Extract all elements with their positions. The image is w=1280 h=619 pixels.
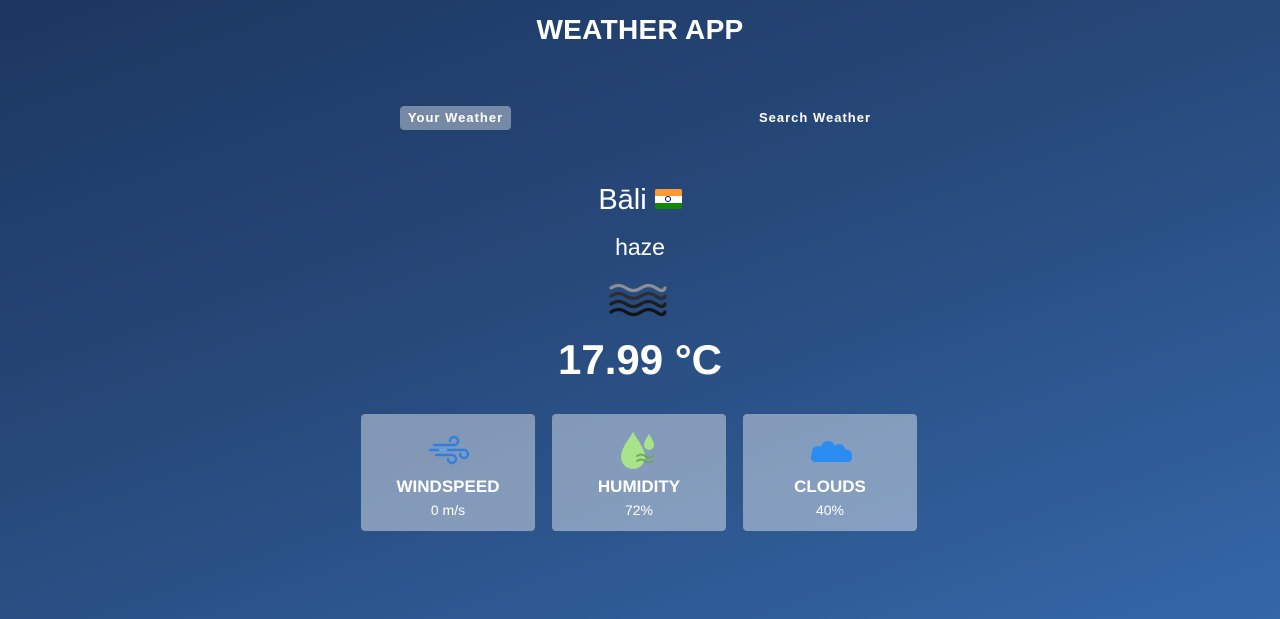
wind-icon: [428, 435, 470, 465]
city-name: Bāli: [598, 184, 647, 216]
windspeed-value: 0 m/s: [430, 502, 466, 518]
haze-icon: [609, 283, 667, 317]
india-flag-icon: [654, 189, 682, 210]
humidity-value: 72%: [624, 502, 654, 518]
temperature: 17.99 °C: [558, 336, 722, 383]
humidity-label: HUMIDITY: [597, 477, 681, 496]
clouds-value: 40%: [815, 502, 845, 518]
app-title: WEATHER APP: [536, 14, 744, 45]
tab-your-weather[interactable]: Your Weather: [400, 106, 511, 130]
weather-description: haze: [615, 234, 665, 260]
tab-search-weather[interactable]: Search Weather: [752, 106, 878, 130]
clouds-label: CLOUDS: [794, 477, 866, 496]
humidity-icon: [621, 432, 654, 469]
windspeed-card: WINDSPEED 0 m/s: [361, 414, 535, 531]
location-heading: Bāli: [0, 184, 1280, 217]
clouds-card: CLOUDS 40%: [743, 414, 917, 531]
humidity-card: HUMIDITY 72%: [552, 414, 726, 531]
cloud-icon: [811, 441, 852, 462]
windspeed-label: WINDSPEED: [396, 477, 500, 496]
